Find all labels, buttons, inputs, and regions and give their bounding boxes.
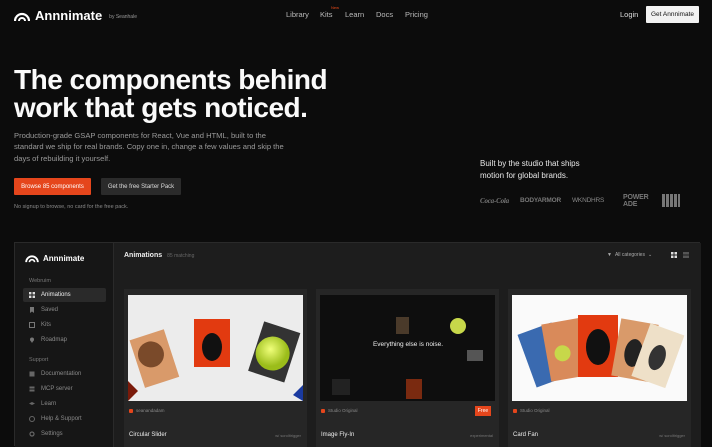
card-tag: experimental [470, 433, 493, 438]
app-main: Animations 85 matching ▼ All categories … [113, 243, 701, 447]
sidebar-item-kits[interactable]: Kits [23, 318, 106, 332]
menu-docs[interactable]: Docs [376, 10, 393, 19]
brand-logo-bodyarmor: BODYARMOR [520, 197, 561, 204]
sidebar-item-settings[interactable]: Settings [23, 427, 106, 441]
brand-byline: by Seanhale [109, 14, 137, 20]
category-filter[interactable]: ▼ All categories ⌄ [607, 252, 652, 258]
studio-tagline: Built by the studio that ships motion fo… [480, 159, 580, 180]
card-circular-slider[interactable]: seanandadam Circular Slider w/ scrolltri… [124, 289, 307, 447]
status-dot [321, 408, 325, 413]
app-logo[interactable]: Annnimate [25, 253, 84, 263]
brand-name: Annnimate [35, 8, 103, 23]
card-author: Studio Original [520, 408, 550, 413]
card-author: seanandadam [136, 408, 165, 413]
card-tag: w/ scrolltrigger [275, 433, 301, 438]
app-brand-name: Annnimate [43, 253, 85, 263]
brand-logos: Coca-Cola BODYARMOR WKNDHRS POWER ADE [480, 194, 685, 210]
sidebar-item-label: Kits [41, 322, 52, 328]
help-icon [29, 416, 35, 422]
status-dot [513, 408, 517, 413]
sidebar-item-documentation[interactable]: Documentation [23, 367, 106, 381]
brand-logo-wkndhrs: WKNDHRS [572, 197, 605, 204]
main-header: Animations 85 matching [124, 252, 194, 259]
brand-logo-powerade: POWER ADE [623, 194, 649, 208]
card-thumbnail [512, 295, 687, 401]
menu-learn[interactable]: Learn [345, 10, 364, 19]
pin-icon [29, 337, 35, 343]
sidebar-item-label: Roadmap [41, 337, 68, 343]
animation-grid: seanandadam Circular Slider w/ scrolltri… [124, 289, 702, 447]
sidebar-item-label: Settings [41, 431, 63, 437]
kits-new-badge: New [331, 5, 340, 10]
cap-icon [29, 401, 35, 407]
hero-description: Production-grade GSAP components for Rea… [14, 131, 284, 163]
card-title: Card Fan [513, 432, 539, 438]
sidebar-item-label: Saved [41, 307, 59, 313]
chevron-down-icon: ⌄ [647, 252, 653, 258]
free-badge: Free [475, 406, 491, 416]
card-fan-preview [517, 315, 685, 389]
app-sidebar: Annnimate Webruim Animations Saved Kits … [15, 243, 113, 447]
logo-mark-icon [25, 255, 39, 263]
sidebar-item-animations[interactable]: Animations [23, 288, 106, 302]
card-author: Studio Original [328, 408, 358, 413]
card-tag: w/ scrolltrigger [659, 433, 685, 438]
brand-logo-cocacola: Coca-Cola [480, 197, 509, 205]
get-annnimate-button[interactable]: Get Annnimate [646, 6, 699, 23]
list-view-icon[interactable] [683, 252, 689, 258]
filter-icon: ▼ [607, 252, 612, 258]
filter-label: All categories [614, 252, 645, 258]
sidebar-item-label: Animations [41, 292, 71, 298]
card-meta: seanandadam [129, 408, 165, 413]
bookmark-icon [29, 307, 35, 313]
match-count: 85 matching [167, 253, 195, 259]
menu-pricing[interactable]: Pricing [405, 10, 428, 19]
sidebar-item-saved[interactable]: Saved [23, 303, 106, 317]
sidebar-item-label: Help & Support [41, 416, 82, 422]
status-dot [129, 408, 133, 413]
overlay-text: Everything else is noise. [373, 341, 443, 348]
sidebar-item-label: Learn [41, 401, 57, 407]
image-fly-in-preview: Everything else is noise. [332, 317, 483, 399]
sidebar-item-label: Documentation [41, 371, 82, 377]
page-title: Animations [124, 252, 163, 259]
logo-mark-icon [14, 12, 30, 21]
sidebar-item-label: MCP server [41, 386, 73, 392]
sidebar-item-learn[interactable]: Learn [23, 397, 106, 411]
top-nav: Annnimate by Seanhale Library Kits Learn… [0, 0, 712, 30]
sidebar-section-main: Webruim [29, 278, 51, 284]
browse-components-button[interactable]: Browse 85 components [14, 178, 91, 195]
card-title: Image Fly-In [321, 432, 355, 438]
card-meta: Studio Original [513, 408, 550, 413]
fine-print: No signup to browse, no card for the fre… [14, 204, 129, 210]
sidebar-item-help[interactable]: Help & Support [23, 412, 106, 426]
hero-title: The components behind work that gets not… [14, 64, 328, 123]
card-thumbnail [128, 295, 303, 401]
menu-kits[interactable]: Kits [320, 10, 333, 19]
server-icon [29, 386, 35, 392]
book-icon [29, 371, 35, 377]
card-thumbnail: Everything else is noise. [320, 295, 495, 401]
box-icon [29, 322, 35, 328]
sidebar-section-support: Support [29, 357, 49, 363]
card-card-fan[interactable]: Studio Original Card Fan w/ scrolltrigge… [508, 289, 691, 447]
gear-icon [29, 431, 35, 437]
app-preview: Annnimate Webruim Animations Saved Kits … [14, 242, 701, 447]
card-title: Circular Slider [129, 432, 167, 438]
login-link[interactable]: Login [620, 10, 638, 19]
brand-logo-espn [662, 194, 680, 207]
starter-pack-button[interactable]: Get the free Starter Pack [101, 178, 181, 195]
brand-logo[interactable]: Annnimate by Seanhale [14, 8, 137, 23]
card-image-fly-in[interactable]: Everything else is noise. Studio Origina… [316, 289, 499, 447]
menu-library[interactable]: Library [286, 10, 309, 19]
grid-view-icon[interactable] [671, 252, 677, 258]
grid-icon [29, 292, 35, 298]
sidebar-item-mcp-server[interactable]: MCP server [23, 382, 106, 396]
card-meta: Studio Original [321, 408, 358, 413]
circular-slider-preview [128, 319, 303, 401]
sidebar-item-roadmap[interactable]: Roadmap [23, 333, 106, 347]
